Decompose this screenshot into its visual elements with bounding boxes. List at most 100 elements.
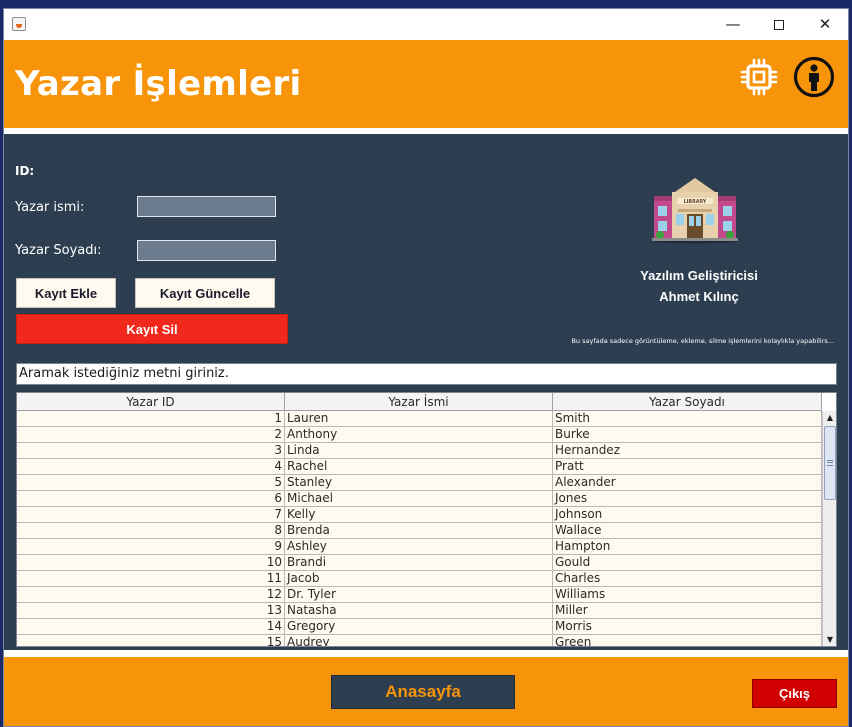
- cell-author-surname[interactable]: Green: [553, 635, 822, 646]
- cpu-icon[interactable]: [740, 58, 778, 96]
- library-building-icon: LIBRARY: [652, 178, 738, 244]
- table-scrollbar[interactable]: ▲ ▼: [822, 411, 836, 646]
- cell-author-name[interactable]: Ashley: [285, 539, 553, 555]
- library-sign-text: LIBRARY: [684, 199, 707, 205]
- maximize-button[interactable]: [756, 9, 802, 40]
- cell-author-surname[interactable]: Gould: [553, 555, 822, 571]
- scroll-up-arrow-icon[interactable]: ▲: [823, 411, 836, 425]
- table-row[interactable]: 7 Kelly Johnson: [17, 507, 822, 523]
- cell-author-id[interactable]: 9: [17, 539, 285, 555]
- title-bar: — ✕: [4, 9, 848, 40]
- home-button[interactable]: Anasayfa: [331, 675, 515, 709]
- minimize-button[interactable]: —: [710, 9, 756, 40]
- table-row[interactable]: 1 Lauren Smith: [17, 411, 822, 427]
- cell-author-id[interactable]: 6: [17, 491, 285, 507]
- developer-title: Yazılım Geliştiricisi: [640, 268, 758, 283]
- cell-author-name[interactable]: Audrey: [285, 635, 553, 646]
- cell-author-id[interactable]: 11: [17, 571, 285, 587]
- table-row[interactable]: 3 Linda Hernandez: [17, 443, 822, 459]
- author-name-input[interactable]: [137, 196, 276, 217]
- cell-author-surname[interactable]: Smith: [553, 411, 822, 427]
- author-name-label: Yazar ismi:: [15, 200, 85, 215]
- cell-author-name[interactable]: Linda: [285, 443, 553, 459]
- cell-author-surname[interactable]: Burke: [553, 427, 822, 443]
- cell-author-surname[interactable]: Pratt: [553, 459, 822, 475]
- scroll-thumb[interactable]: [824, 426, 836, 500]
- page-footer: Anasayfa Çıkış: [4, 657, 848, 726]
- cell-author-id[interactable]: 7: [17, 507, 285, 523]
- developer-name: Ahmet Kılınç: [659, 289, 739, 304]
- cell-author-name[interactable]: Dr. Tyler: [285, 587, 553, 603]
- table-row[interactable]: 14 Gregory Morris: [17, 619, 822, 635]
- cell-author-name[interactable]: Brenda: [285, 523, 553, 539]
- cell-author-surname[interactable]: Johnson: [553, 507, 822, 523]
- table-header: Yazar ID Yazar İsmi Yazar Soyadı: [17, 393, 822, 411]
- table-row[interactable]: 9 Ashley Hampton: [17, 539, 822, 555]
- cell-author-surname[interactable]: Miller: [553, 603, 822, 619]
- table-row[interactable]: 6 Michael Jones: [17, 491, 822, 507]
- exit-button[interactable]: Çıkış: [752, 679, 837, 708]
- table-row[interactable]: 8 Brenda Wallace: [17, 523, 822, 539]
- cell-author-name[interactable]: Natasha: [285, 603, 553, 619]
- authors-table: Yazar ID Yazar İsmi Yazar Soyadı 1 Lauren…: [16, 392, 837, 647]
- page-info-note: Bu sayfada sadece görüntüleme, ekleme, s…: [571, 337, 834, 345]
- cell-author-id[interactable]: 3: [17, 443, 285, 459]
- author-surname-input[interactable]: [137, 240, 276, 261]
- delete-record-button[interactable]: Kayıt Sil: [16, 314, 288, 344]
- cell-author-surname[interactable]: Morris: [553, 619, 822, 635]
- cell-author-name[interactable]: Jacob: [285, 571, 553, 587]
- close-button[interactable]: ✕: [802, 9, 848, 40]
- cell-author-id[interactable]: 13: [17, 603, 285, 619]
- cell-author-name[interactable]: Anthony: [285, 427, 553, 443]
- cell-author-id[interactable]: 8: [17, 523, 285, 539]
- cell-author-id[interactable]: 2: [17, 427, 285, 443]
- column-header-author-id[interactable]: Yazar ID: [17, 393, 285, 411]
- column-header-author-surname[interactable]: Yazar Soyadı: [553, 393, 822, 411]
- person-info-icon[interactable]: [793, 56, 835, 98]
- cell-author-name[interactable]: Gregory: [285, 619, 553, 635]
- cell-author-id[interactable]: 5: [17, 475, 285, 491]
- add-record-button[interactable]: Kayıt Ekle: [16, 278, 116, 308]
- cell-author-surname[interactable]: Wallace: [553, 523, 822, 539]
- cell-author-id[interactable]: 10: [17, 555, 285, 571]
- table-row[interactable]: 10 Brandi Gould: [17, 555, 822, 571]
- app-window: — ✕ Yazar İşlemleri ID: Yazar ismi: Yaza…: [3, 8, 849, 727]
- java-app-icon: [12, 17, 26, 31]
- search-input[interactable]: Aramak istediğiniz metni giriniz.: [16, 363, 837, 385]
- cell-author-name[interactable]: Lauren: [285, 411, 553, 427]
- cell-author-surname[interactable]: Hernandez: [553, 443, 822, 459]
- cell-author-id[interactable]: 1: [17, 411, 285, 427]
- cell-author-surname[interactable]: Charles: [553, 571, 822, 587]
- cell-author-name[interactable]: Brandi: [285, 555, 553, 571]
- cell-author-name[interactable]: Kelly: [285, 507, 553, 523]
- table-row[interactable]: 5 Stanley Alexander: [17, 475, 822, 491]
- column-header-author-name[interactable]: Yazar İsmi: [285, 393, 553, 411]
- update-record-button[interactable]: Kayıt Güncelle: [135, 278, 275, 308]
- cell-author-surname[interactable]: Hampton: [553, 539, 822, 555]
- table-row[interactable]: 4 Rachel Pratt: [17, 459, 822, 475]
- cell-author-id[interactable]: 12: [17, 587, 285, 603]
- table-row[interactable]: 2 Anthony Burke: [17, 427, 822, 443]
- page-title: Yazar İşlemleri: [15, 64, 302, 104]
- cell-author-name[interactable]: Rachel: [285, 459, 553, 475]
- author-surname-label: Yazar Soyadı:: [15, 243, 102, 258]
- cell-author-surname[interactable]: Alexander: [553, 475, 822, 491]
- footer-divider: [4, 650, 848, 657]
- cell-author-id[interactable]: 4: [17, 459, 285, 475]
- maximize-icon: [774, 19, 784, 30]
- id-label: ID:: [15, 164, 35, 178]
- scroll-grip-icon: [827, 460, 833, 466]
- scroll-down-arrow-icon[interactable]: ▼: [823, 633, 836, 646]
- cell-author-name[interactable]: Michael: [285, 491, 553, 507]
- table-row[interactable]: 12 Dr. Tyler Williams: [17, 587, 822, 603]
- cell-author-name[interactable]: Stanley: [285, 475, 553, 491]
- cell-author-surname[interactable]: Williams: [553, 587, 822, 603]
- table-row[interactable]: 11 Jacob Charles: [17, 571, 822, 587]
- table-row[interactable]: 13 Natasha Miller: [17, 603, 822, 619]
- cell-author-id[interactable]: 14: [17, 619, 285, 635]
- cell-author-id[interactable]: 15: [17, 635, 285, 646]
- author-panel: ID: Yazar ismi: Yazar Soyadı: Kayıt Ekle…: [4, 134, 848, 650]
- cell-author-surname[interactable]: Jones: [553, 491, 822, 507]
- table-row[interactable]: 15 Audrey Green: [17, 635, 822, 646]
- table-body: 1 Lauren Smith 2 Anthony Burke 3 Linda Hernandez…: [17, 411, 822, 646]
